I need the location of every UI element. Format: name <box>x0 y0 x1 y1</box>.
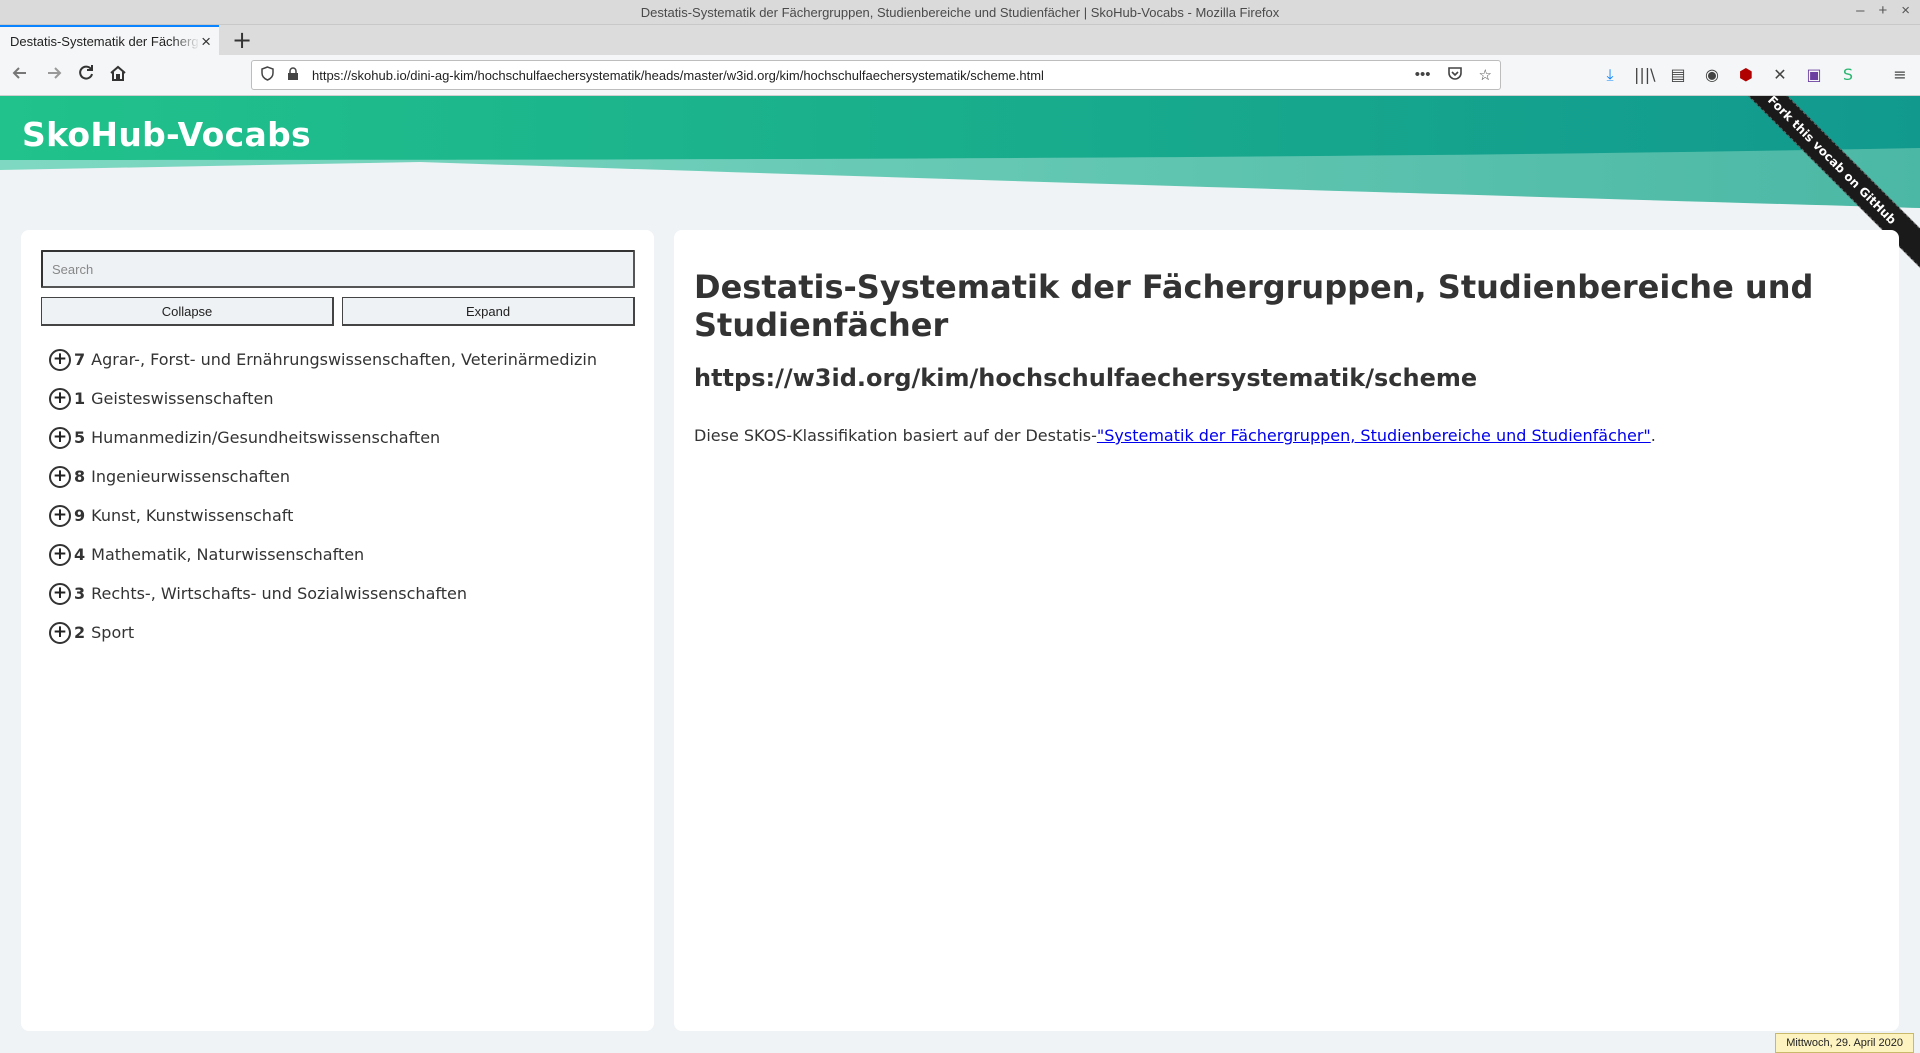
concept-notation: 7 <box>74 350 86 369</box>
url-bar[interactable]: https://skohub.io/dini-ag-kim/hochschulf… <box>251 60 1501 90</box>
concept-label[interactable]: Humanmedizin/Gesundheitswissenschaften <box>91 428 440 447</box>
extension-icon[interactable]: S <box>1838 65 1858 85</box>
tab-title: Destatis-Systematik der Fächergruppen, S… <box>10 34 200 49</box>
library-icon[interactable]: |||\ <box>1634 65 1656 85</box>
reload-icon[interactable] <box>76 63 96 88</box>
plus-circle-icon[interactable]: + <box>49 543 71 566</box>
plus-circle-icon[interactable]: + <box>49 465 71 488</box>
concept-label[interactable]: Agrar-, Forst- und Ernährungswissenschaf… <box>91 350 597 369</box>
maximize-icon[interactable]: + <box>1878 2 1887 19</box>
destatis-link[interactable]: "Systematik der Fächergruppen, Studienbe… <box>1097 426 1651 445</box>
window-controls: – + × <box>1856 2 1910 19</box>
menu-icon[interactable]: ≡ <box>1890 65 1910 85</box>
search-input[interactable] <box>41 250 635 288</box>
bookmark-star-icon[interactable]: ☆ <box>1479 66 1492 85</box>
more-icon[interactable]: ••• <box>1415 66 1431 85</box>
plus-circle-icon[interactable]: + <box>49 426 71 449</box>
concept-notation: 3 <box>74 584 86 603</box>
description-text: Diese SKOS-Klassifikation basiert auf de… <box>694 426 1097 445</box>
tab-strip: Destatis-Systematik der Fächergruppen, S… <box>0 25 1920 56</box>
account-icon[interactable]: ◉ <box>1702 65 1722 85</box>
expand-button[interactable]: Expand <box>342 297 635 326</box>
concept-notation: 5 <box>74 428 86 447</box>
web-page: SkoHub-Vocabs Fork this vocab on GitHub … <box>0 96 1920 1053</box>
plus-circle-icon[interactable]: + <box>49 582 71 605</box>
ublock-icon[interactable]: ⬢ <box>1736 65 1756 85</box>
taskbar-clock[interactable]: Mittwoch, 29. April 2020 <box>1775 1033 1914 1053</box>
browser-tab[interactable]: Destatis-Systematik der Fächergruppen, S… <box>0 25 219 56</box>
plus-circle-icon[interactable]: + <box>49 621 71 644</box>
concept-notation: 2 <box>74 623 86 642</box>
toolbar-icons: ⤓ |||\ ▤ ◉ ⬢ ✕ ▣ S ≡ <box>1600 65 1910 85</box>
concept-label[interactable]: Kunst, Kunstwissenschaft <box>91 506 293 525</box>
concept-notation: 4 <box>74 545 86 564</box>
concept-label[interactable]: Ingenieurwissenschaften <box>91 467 290 486</box>
plus-circle-icon[interactable]: + <box>49 387 71 410</box>
concept-notation: 1 <box>74 389 86 408</box>
scheme-uri: https://w3id.org/kim/hochschulfaechersys… <box>694 364 1478 392</box>
extension-icon[interactable]: ✕ <box>1770 65 1790 85</box>
url-text[interactable]: https://skohub.io/dini-ag-kim/hochschulf… <box>312 68 1044 83</box>
concept-item[interactable]: + 4 Mathematik, Naturwissenschaften <box>49 535 639 574</box>
scheme-content-panel: Destatis-Systematik der Fächergruppen, S… <box>674 230 1899 1031</box>
concept-item[interactable]: + 8 Ingenieurwissenschaften <box>49 457 639 496</box>
concept-label[interactable]: Mathematik, Naturwissenschaften <box>91 545 364 564</box>
collapse-button[interactable]: Collapse <box>41 297 334 326</box>
concept-notation: 8 <box>74 467 86 486</box>
navigation-toolbar: https://skohub.io/dini-ag-kim/hochschulf… <box>0 55 1920 96</box>
minimize-icon[interactable]: – <box>1856 2 1864 19</box>
concept-tree: + 7 Agrar-, Forst- und Ernährungswissens… <box>49 340 639 652</box>
extension-icon[interactable]: ▣ <box>1804 65 1824 85</box>
concept-item[interactable]: + 7 Agrar-, Forst- und Ernährungswissens… <box>49 340 639 379</box>
plus-circle-icon[interactable]: + <box>49 504 71 527</box>
new-tab-icon[interactable]: + <box>232 26 252 54</box>
concept-item[interactable]: + 1 Geisteswissenschaften <box>49 379 639 418</box>
download-icon[interactable]: ⤓ <box>1600 65 1620 85</box>
description-end: . <box>1650 426 1656 445</box>
shield-icon[interactable] <box>256 66 278 84</box>
sidebar-icon[interactable]: ▤ <box>1668 65 1688 85</box>
concept-item[interactable]: + 2 Sport <box>49 613 639 652</box>
concept-label[interactable]: Rechts-, Wirtschafts- und Sozialwissensc… <box>91 584 467 603</box>
concept-notation: 9 <box>74 506 86 525</box>
back-icon[interactable] <box>10 63 30 88</box>
scheme-description: Diese SKOS-Klassifikation basiert auf de… <box>694 426 1656 445</box>
site-title[interactable]: SkoHub-Vocabs <box>22 115 311 154</box>
forward-icon[interactable] <box>44 63 64 88</box>
page-title: Destatis-Systematik der Fächergruppen, S… <box>694 268 1814 344</box>
header-background <box>0 96 1920 208</box>
lock-icon[interactable] <box>282 66 304 84</box>
home-icon[interactable] <box>108 63 128 88</box>
close-window-icon[interactable]: × <box>1901 2 1910 19</box>
pocket-icon[interactable] <box>1447 66 1463 85</box>
concept-item[interactable]: + 3 Rechts-, Wirtschafts- und Sozialwiss… <box>49 574 639 613</box>
concept-label[interactable]: Sport <box>91 623 134 642</box>
concept-tree-panel: Collapse Expand + 7 Agrar-, Forst- und E… <box>21 230 654 1031</box>
concept-item[interactable]: + 5 Humanmedizin/Gesundheitswissenschaft… <box>49 418 639 457</box>
window-titlebar: Destatis-Systematik der Fächergruppen, S… <box>0 0 1920 25</box>
close-tab-icon[interactable]: × <box>201 32 211 52</box>
url-actions: ••• ☆ <box>1415 66 1492 85</box>
concept-item[interactable]: + 9 Kunst, Kunstwissenschaft <box>49 496 639 535</box>
plus-circle-icon[interactable]: + <box>49 348 71 371</box>
window-title: Destatis-Systematik der Fächergruppen, S… <box>640 4 1280 20</box>
concept-label[interactable]: Geisteswissenschaften <box>91 389 273 408</box>
